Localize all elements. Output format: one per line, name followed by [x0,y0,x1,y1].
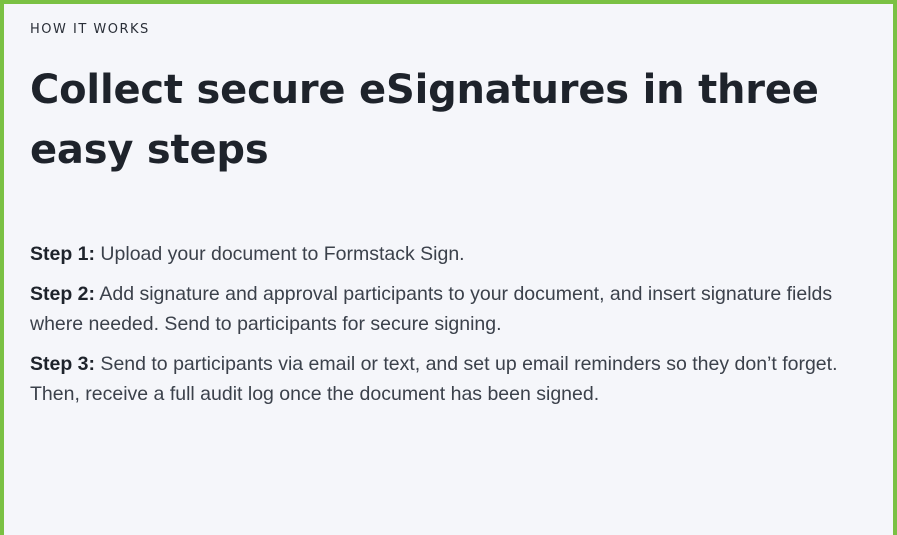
step-2: Step 2: Add signature and approval parti… [30,279,870,339]
step-1-text: Upload your document to Formstack Sign. [95,243,465,265]
section-title: Collect secure eSignatures in three easy… [30,67,819,173]
step-2-label: Step 2: [30,283,96,305]
section-eyebrow: HOW IT WORKS [30,22,150,37]
step-1-label: Step 1: [30,243,96,265]
how-it-works-panel: HOW IT WORKS Collect secure eSignatures … [0,0,897,535]
step-1: Step 1: Upload your document to Formstac… [30,239,870,269]
step-2-text: Add signature and approval participants … [30,283,833,335]
step-3: Step 3: Send to participants via email o… [30,349,870,409]
step-3-label: Step 3: [30,353,96,375]
steps-list: Step 1: Upload your document to Formstac… [30,239,870,419]
step-3-text: Send to participants via email or text, … [30,353,838,405]
